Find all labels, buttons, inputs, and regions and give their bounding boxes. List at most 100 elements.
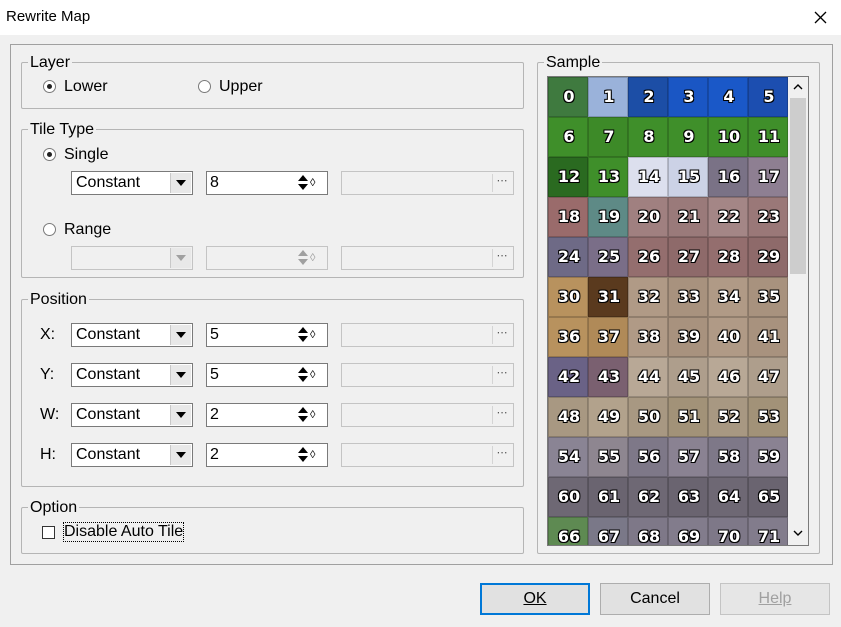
variable-icon[interactable]: ◊ [310, 408, 315, 422]
position-y-spinner[interactable]: 5 ◊ [206, 363, 328, 387]
sample-tile[interactable]: 7 [588, 117, 628, 157]
sample-tile[interactable]: 0 [548, 77, 588, 117]
sample-tile[interactable]: 38 [628, 317, 668, 357]
variable-icon[interactable]: ◊ [310, 176, 315, 190]
sample-tile[interactable]: 1 [588, 77, 628, 117]
sample-tile[interactable]: 15 [668, 157, 708, 197]
chevron-down-icon[interactable] [170, 365, 191, 385]
sample-tile[interactable]: 62 [628, 477, 668, 517]
sample-tile[interactable]: 21 [668, 197, 708, 237]
spin-down-icon[interactable] [298, 184, 308, 190]
sample-tile[interactable]: 63 [668, 477, 708, 517]
scroll-down-icon[interactable] [793, 528, 803, 538]
variable-icon[interactable]: ◊ [310, 448, 315, 462]
sample-tile[interactable]: 44 [628, 357, 668, 397]
sample-tile[interactable]: 70 [708, 517, 748, 545]
sample-tile[interactable]: 40 [708, 317, 748, 357]
sample-tile[interactable]: 13 [588, 157, 628, 197]
sample-tile[interactable]: 58 [708, 437, 748, 477]
layer-lower-radio[interactable] [43, 80, 56, 93]
close-icon[interactable] [807, 6, 833, 30]
sample-tile[interactable]: 69 [668, 517, 708, 545]
tile-single-label[interactable]: Single [64, 146, 108, 164]
tile-single-radio[interactable] [43, 148, 56, 161]
sample-tile[interactable]: 66 [548, 517, 588, 545]
spinner-buttons[interactable]: ◊ [295, 173, 326, 193]
sample-tile[interactable]: 61 [588, 477, 628, 517]
sample-tile[interactable]: 24 [548, 237, 588, 277]
sample-tile[interactable]: 59 [748, 437, 788, 477]
position-h-mode-select[interactable]: Constant [71, 443, 193, 467]
position-x-mode-select[interactable]: Constant [71, 323, 193, 347]
position-w-value[interactable]: 2 [210, 406, 219, 424]
chevron-down-icon[interactable] [170, 325, 191, 345]
sample-tile[interactable]: 39 [668, 317, 708, 357]
sample-tile[interactable]: 35 [748, 277, 788, 317]
sample-tile[interactable]: 8 [628, 117, 668, 157]
sample-tile[interactable]: 33 [668, 277, 708, 317]
layer-lower-label[interactable]: Lower [64, 78, 108, 96]
sample-tile[interactable]: 41 [748, 317, 788, 357]
sample-tile[interactable]: 37 [588, 317, 628, 357]
variable-icon[interactable]: ◊ [310, 368, 315, 382]
spin-down-icon[interactable] [298, 416, 308, 422]
sample-tile[interactable]: 50 [628, 397, 668, 437]
spin-up-icon[interactable] [298, 367, 308, 373]
sample-tile[interactable]: 26 [628, 237, 668, 277]
sample-tile[interactable]: 60 [548, 477, 588, 517]
sample-tile[interactable]: 51 [668, 397, 708, 437]
sample-tile[interactable]: 12 [548, 157, 588, 197]
scroll-up-icon[interactable] [793, 82, 803, 92]
spin-up-icon[interactable] [298, 447, 308, 453]
sample-tile[interactable]: 3 [668, 77, 708, 117]
sample-tile[interactable]: 43 [588, 357, 628, 397]
sample-tile[interactable]: 5 [748, 77, 788, 117]
sample-tile[interactable]: 29 [748, 237, 788, 277]
tile-single-value-spinner[interactable]: 8 ◊ [206, 171, 328, 195]
sample-tile[interactable]: 25 [588, 237, 628, 277]
position-y-mode-select[interactable]: Constant [71, 363, 193, 387]
position-y-value[interactable]: 5 [210, 366, 219, 384]
variable-icon[interactable]: ◊ [310, 328, 315, 342]
cancel-button[interactable]: Cancel [600, 583, 710, 615]
sample-tile[interactable]: 65 [748, 477, 788, 517]
sample-tile[interactable]: 20 [628, 197, 668, 237]
sample-tile[interactable]: 45 [668, 357, 708, 397]
sample-tile[interactable]: 9 [668, 117, 708, 157]
vertical-scrollbar[interactable] [788, 77, 808, 545]
sample-tile[interactable]: 64 [708, 477, 748, 517]
spin-up-icon[interactable] [298, 175, 308, 181]
tile-single-mode-select[interactable]: Constant [71, 171, 193, 195]
sample-tile-list[interactable]: 0 1 2 3 4 5 6 7 8 9 10 11 12 13 14 15 16 17 18 19 20 21 22 23 24… [547, 76, 809, 546]
sample-tile[interactable]: 67 [588, 517, 628, 545]
spinner-buttons[interactable]: ◊ [295, 325, 326, 345]
spin-down-icon[interactable] [298, 456, 308, 462]
ok-button[interactable]: OK [480, 583, 590, 615]
scroll-thumb[interactable] [790, 98, 806, 274]
sample-tile[interactable]: 31 [588, 277, 628, 317]
position-w-mode-select[interactable]: Constant [71, 403, 193, 427]
sample-tile[interactable]: 55 [588, 437, 628, 477]
sample-tile[interactable]: 17 [748, 157, 788, 197]
position-x-spinner[interactable]: 5 ◊ [206, 323, 328, 347]
sample-tile[interactable]: 54 [548, 437, 588, 477]
sample-tile[interactable]: 47 [748, 357, 788, 397]
sample-tile[interactable]: 22 [708, 197, 748, 237]
sample-tile[interactable]: 49 [588, 397, 628, 437]
layer-upper-radio[interactable] [198, 80, 211, 93]
sample-tile[interactable]: 18 [548, 197, 588, 237]
chevron-down-icon[interactable] [170, 445, 191, 465]
sample-tile[interactable]: 56 [628, 437, 668, 477]
sample-tile[interactable]: 36 [548, 317, 588, 357]
sample-tile[interactable]: 10 [708, 117, 748, 157]
position-x-value[interactable]: 5 [210, 326, 219, 344]
chevron-down-icon[interactable] [170, 173, 191, 193]
sample-tile[interactable]: 28 [708, 237, 748, 277]
sample-tile[interactable]: 46 [708, 357, 748, 397]
disable-auto-tile-checkbox[interactable] [42, 526, 55, 539]
tile-range-radio[interactable] [43, 223, 56, 236]
spinner-buttons[interactable]: ◊ [295, 405, 326, 425]
sample-tile[interactable]: 23 [748, 197, 788, 237]
spin-down-icon[interactable] [298, 336, 308, 342]
sample-tile[interactable]: 48 [548, 397, 588, 437]
